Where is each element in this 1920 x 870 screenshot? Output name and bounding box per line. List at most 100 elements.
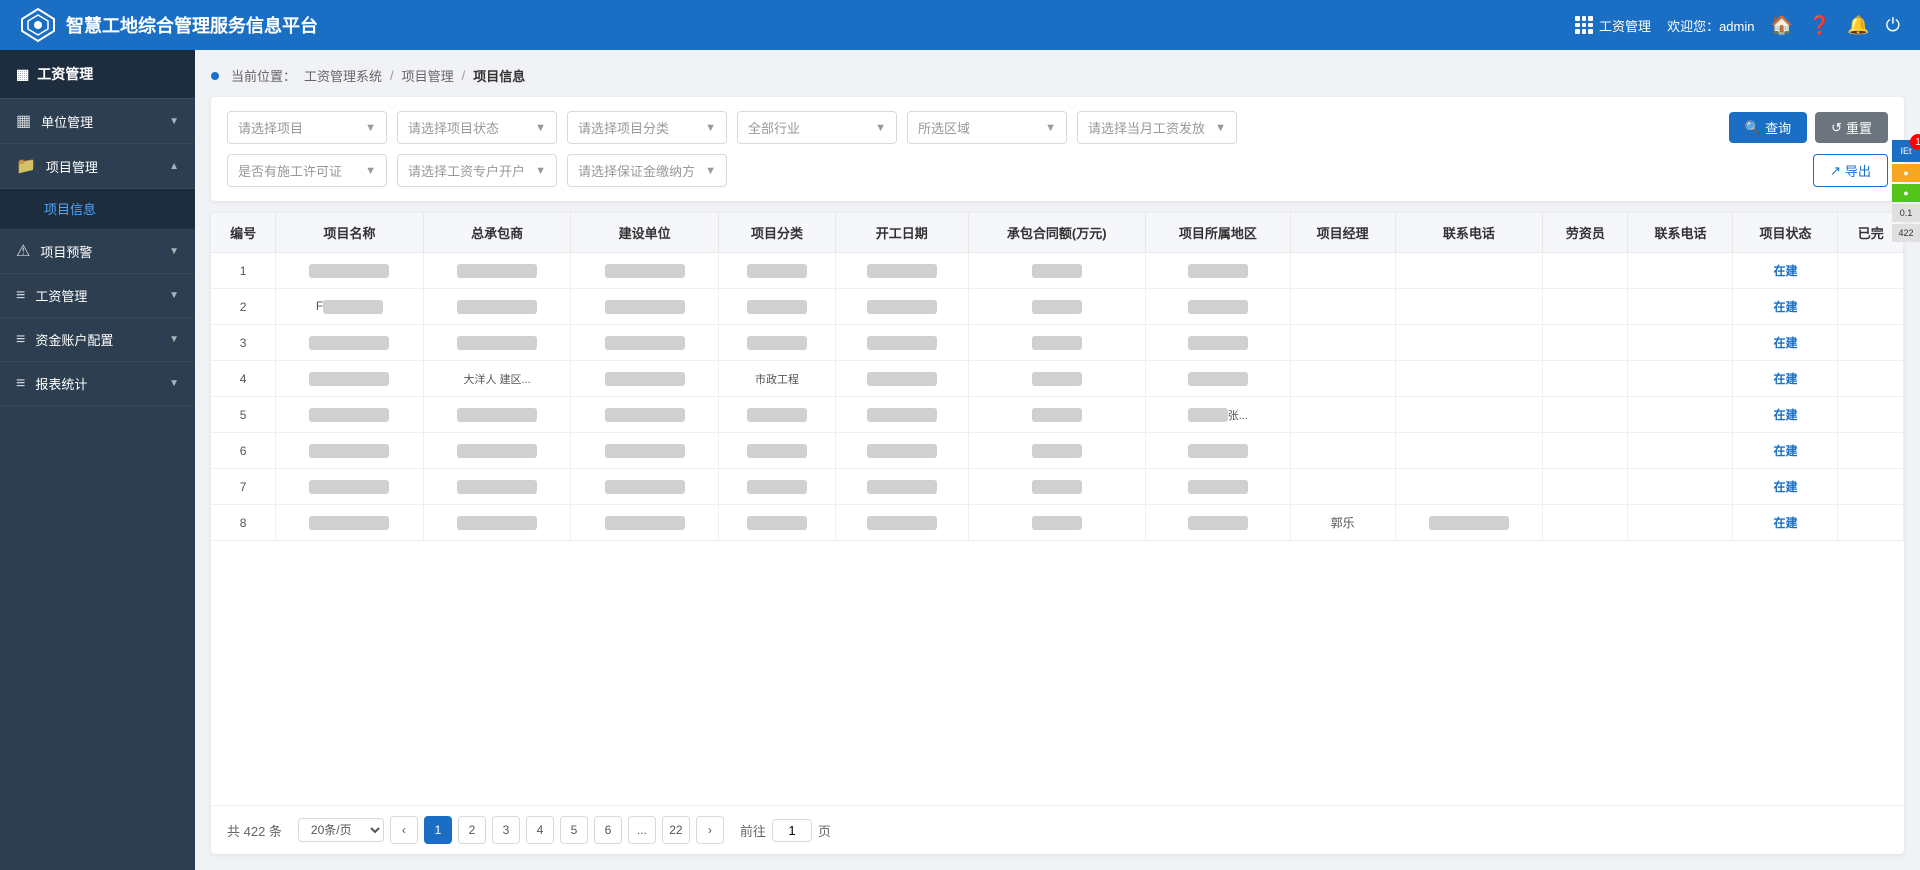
page-4-button[interactable]: 4	[526, 816, 554, 844]
table-cell	[1146, 325, 1291, 361]
notification-badge: 1	[1910, 134, 1920, 150]
col-contractor: 总承包商	[423, 213, 571, 253]
table-row[interactable]: 5 张...在建	[211, 397, 1904, 433]
select-area[interactable]: 所选区域 ▼	[907, 111, 1067, 144]
module-switcher[interactable]: 工资管理	[1575, 16, 1651, 35]
table-cell	[1395, 433, 1543, 469]
report-stats-label: 报表统计	[35, 374, 87, 393]
page-22-button[interactable]: 22	[662, 816, 690, 844]
table-cell	[1395, 397, 1543, 433]
select-status[interactable]: 请选择项目状态 ▼	[397, 111, 557, 144]
filter-actions-1: 🔍 查询 ↺ 重置	[1729, 112, 1888, 143]
sidebar-item-wage-mgmt[interactable]: ≡ 工资管理 ▼	[0, 274, 195, 318]
page-6-button[interactable]: 6	[594, 816, 622, 844]
logo-area: 智慧工地综合管理服务信息平台	[20, 7, 1575, 43]
power-icon[interactable]: ⏻	[1886, 15, 1900, 36]
right-float-badge-wrap[interactable]: IEt 1	[1892, 140, 1920, 162]
page-5-button[interactable]: 5	[560, 816, 588, 844]
table-cell	[423, 505, 571, 541]
welcome-text: 欢迎您：admin	[1667, 16, 1754, 35]
table-cell	[968, 361, 1146, 397]
table-row[interactable]: 3 在建	[211, 325, 1904, 361]
sidebar-item-project-warning[interactable]: ⚠ 项目预警 ▼	[0, 229, 195, 274]
page-2-button[interactable]: 2	[458, 816, 486, 844]
table-row[interactable]: 1 在建	[211, 253, 1904, 289]
select-project[interactable]: 请选择项目 ▼	[227, 111, 387, 144]
table-cell	[1628, 325, 1733, 361]
right-float-count[interactable]: 0.1	[1892, 204, 1920, 222]
sidebar-item-project-info[interactable]: 项目信息	[0, 189, 195, 229]
sidebar-item-report-stats[interactable]: ≡ 报表统计 ▼	[0, 362, 195, 406]
select-status-label: 请选择项目状态	[408, 118, 499, 137]
table-row[interactable]: 4 大洋人 建区... 市政工程 在建	[211, 361, 1904, 397]
breadcrumb-item-1: 工资管理系统	[304, 66, 382, 85]
table-cell	[836, 361, 968, 397]
project-warning-arrow: ▼	[169, 246, 179, 257]
table-cell	[1146, 433, 1291, 469]
table-row[interactable]: 7 在建	[211, 469, 1904, 505]
table-scroll[interactable]: 编号 项目名称 总承包商 建设单位 项目分类 开工日期 承包合同额(万元) 项目…	[211, 213, 1904, 805]
table-cell	[1146, 361, 1291, 397]
table-cell	[1290, 289, 1395, 325]
query-button[interactable]: 🔍 查询	[1729, 112, 1807, 143]
select-industry[interactable]: 全部行业 ▼	[737, 111, 897, 144]
next-page-button[interactable]: ›	[696, 816, 724, 844]
table-cell	[1628, 505, 1733, 541]
help-icon[interactable]: ❓	[1809, 15, 1831, 36]
table-cell	[836, 433, 968, 469]
table-cell	[1395, 505, 1543, 541]
table-cell	[1543, 253, 1628, 289]
bell-icon[interactable]: 🔔	[1847, 15, 1869, 36]
table-cell	[1146, 469, 1291, 505]
table-cell	[836, 253, 968, 289]
select-permit[interactable]: 是否有施工许可证 ▼	[227, 154, 387, 187]
table-row[interactable]: 6 在建	[211, 433, 1904, 469]
right-float-item-3[interactable]: ●	[1892, 184, 1920, 202]
select-deposit[interactable]: 请选择保证金缴纳方 ▼	[567, 154, 727, 187]
select-category-label: 请选择项目分类	[578, 118, 669, 137]
filter-row-2: 是否有施工许可证 ▼ 请选择工资专户开户 ▼ 请选择保证金缴纳方 ▼ ↗ 导出	[227, 154, 1888, 187]
select-wage-month[interactable]: 请选择当月工资发放 ▼	[1077, 111, 1237, 144]
goto-input[interactable]	[772, 819, 812, 842]
page-3-button[interactable]: 3	[492, 816, 520, 844]
table-cell	[1146, 505, 1291, 541]
table-cell	[571, 289, 719, 325]
table-cell	[423, 253, 571, 289]
table-row[interactable]: 8 郭乐 在建	[211, 505, 1904, 541]
col-id: 编号	[211, 213, 276, 253]
table-cell: 3	[211, 325, 276, 361]
table-cell	[1838, 289, 1904, 325]
select-category[interactable]: 请选择项目分类 ▼	[567, 111, 727, 144]
table-cell	[718, 325, 835, 361]
table-cell	[1543, 289, 1628, 325]
reset-button[interactable]: ↺ 重置	[1815, 112, 1888, 143]
table-cell	[423, 397, 571, 433]
fund-acct-label: 资金账户配置	[35, 330, 113, 349]
page-1-button[interactable]: 1	[424, 816, 452, 844]
prev-page-button[interactable]: ‹	[390, 816, 418, 844]
table-cell	[1290, 253, 1395, 289]
sidebar-item-unit-mgmt[interactable]: ▦ 单位管理 ▼	[0, 99, 195, 144]
table-cell	[571, 361, 719, 397]
table-row[interactable]: 2F 在建	[211, 289, 1904, 325]
export-button[interactable]: ↗ 导出	[1813, 154, 1888, 187]
sidebar-item-fund-acct[interactable]: ≡ 资金账户配置 ▼	[0, 318, 195, 362]
page-size-select[interactable]: 20条/页 50条/页 100条/页	[298, 818, 384, 842]
table-header-row: 编号 项目名称 总承包商 建设单位 项目分类 开工日期 承包合同额(万元) 项目…	[211, 213, 1904, 253]
right-float-total[interactable]: 422	[1892, 224, 1920, 242]
table-cell	[276, 325, 424, 361]
sidebar-item-project-mgmt[interactable]: 📁 项目管理 ▲	[0, 144, 195, 189]
col-region: 项目所属地区	[1146, 213, 1291, 253]
table-cell	[1628, 397, 1733, 433]
table-cell	[1543, 325, 1628, 361]
table-cell	[571, 505, 719, 541]
select-wage-acct[interactable]: 请选择工资专户开户 ▼	[397, 154, 557, 187]
breadcrumb-dot	[211, 72, 219, 80]
right-float-item-2[interactable]: ●	[1892, 164, 1920, 182]
project-mgmt-label: 项目管理	[46, 157, 98, 176]
table-cell	[276, 469, 424, 505]
table-cell: 大洋人 建区...	[423, 361, 571, 397]
home-icon[interactable]: 🏠	[1770, 15, 1792, 36]
select-permit-label: 是否有施工许可证	[238, 161, 342, 180]
table-cell	[571, 469, 719, 505]
